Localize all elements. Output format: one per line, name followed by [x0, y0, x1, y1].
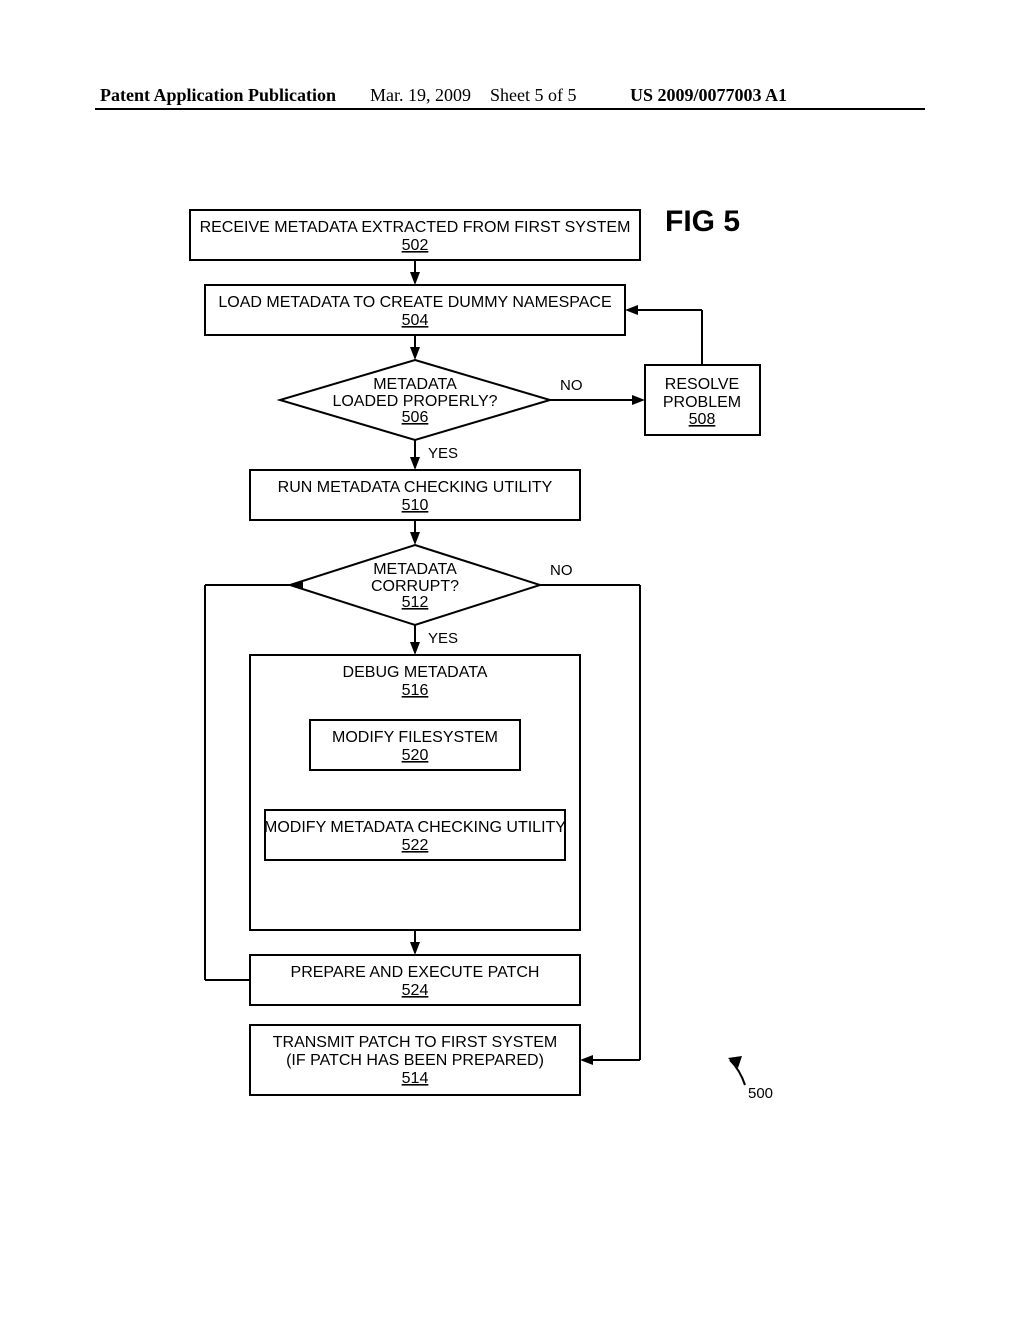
step-504-text: LOAD METADATA TO CREATE DUMMY NAMESPACE	[218, 294, 611, 311]
step-502-ref: 502	[402, 237, 429, 254]
decision-512-line1: METADATA	[373, 561, 457, 578]
step-502-text: RECEIVE METADATA EXTRACTED FROM FIRST SY…	[200, 219, 631, 236]
decision-506-no-label: NO	[560, 377, 583, 394]
header-rule	[95, 108, 925, 110]
figure-overall-ref: 500	[748, 1085, 773, 1102]
step-514-line2: (IF PATCH HAS BEEN PREPARED)	[286, 1052, 544, 1069]
step-522-ref: 522	[402, 837, 429, 854]
step-516-text: DEBUG METADATA	[343, 664, 488, 681]
step-516-ref: 516	[402, 682, 429, 699]
step-504-ref: 504	[402, 312, 429, 329]
decision-506-ref: 506	[402, 409, 429, 426]
decision-512-ref: 512	[402, 594, 429, 611]
flowchart: RECEIVE METADATA EXTRACTED FROM FIRST SY…	[150, 190, 790, 1110]
header-publication: Patent Application Publication	[100, 85, 336, 106]
step-508-line2: PROBLEM	[663, 394, 741, 411]
header-date: Mar. 19, 2009	[370, 85, 471, 106]
decision-512-line2: CORRUPT?	[371, 578, 459, 595]
step-508-ref: 508	[689, 411, 716, 428]
step-522-text: MODIFY METADATA CHECKING UTILITY	[264, 819, 566, 836]
header-app-number: US 2009/0077003 A1	[630, 85, 787, 106]
step-508-line1: RESOLVE	[665, 376, 739, 393]
page: Patent Application Publication Mar. 19, …	[0, 0, 1024, 1320]
decision-512-yes-label: YES	[428, 630, 458, 647]
step-524-text: PREPARE AND EXECUTE PATCH	[291, 964, 540, 981]
step-514-line1: TRANSMIT PATCH TO FIRST SYSTEM	[273, 1034, 557, 1051]
decision-506-line2: LOADED PROPERLY?	[332, 393, 497, 410]
step-520-ref: 520	[402, 747, 429, 764]
header-sheet: Sheet 5 of 5	[490, 85, 576, 106]
step-514-ref: 514	[402, 1070, 429, 1087]
step-510-text: RUN METADATA CHECKING UTILITY	[278, 479, 553, 496]
step-524-ref: 524	[402, 982, 429, 999]
step-520-text: MODIFY FILESYSTEM	[332, 729, 498, 746]
decision-512-no-label: NO	[550, 562, 573, 579]
decision-506-line1: METADATA	[373, 376, 457, 393]
step-510-ref: 510	[402, 497, 429, 514]
decision-506-yes-label: YES	[428, 445, 458, 462]
